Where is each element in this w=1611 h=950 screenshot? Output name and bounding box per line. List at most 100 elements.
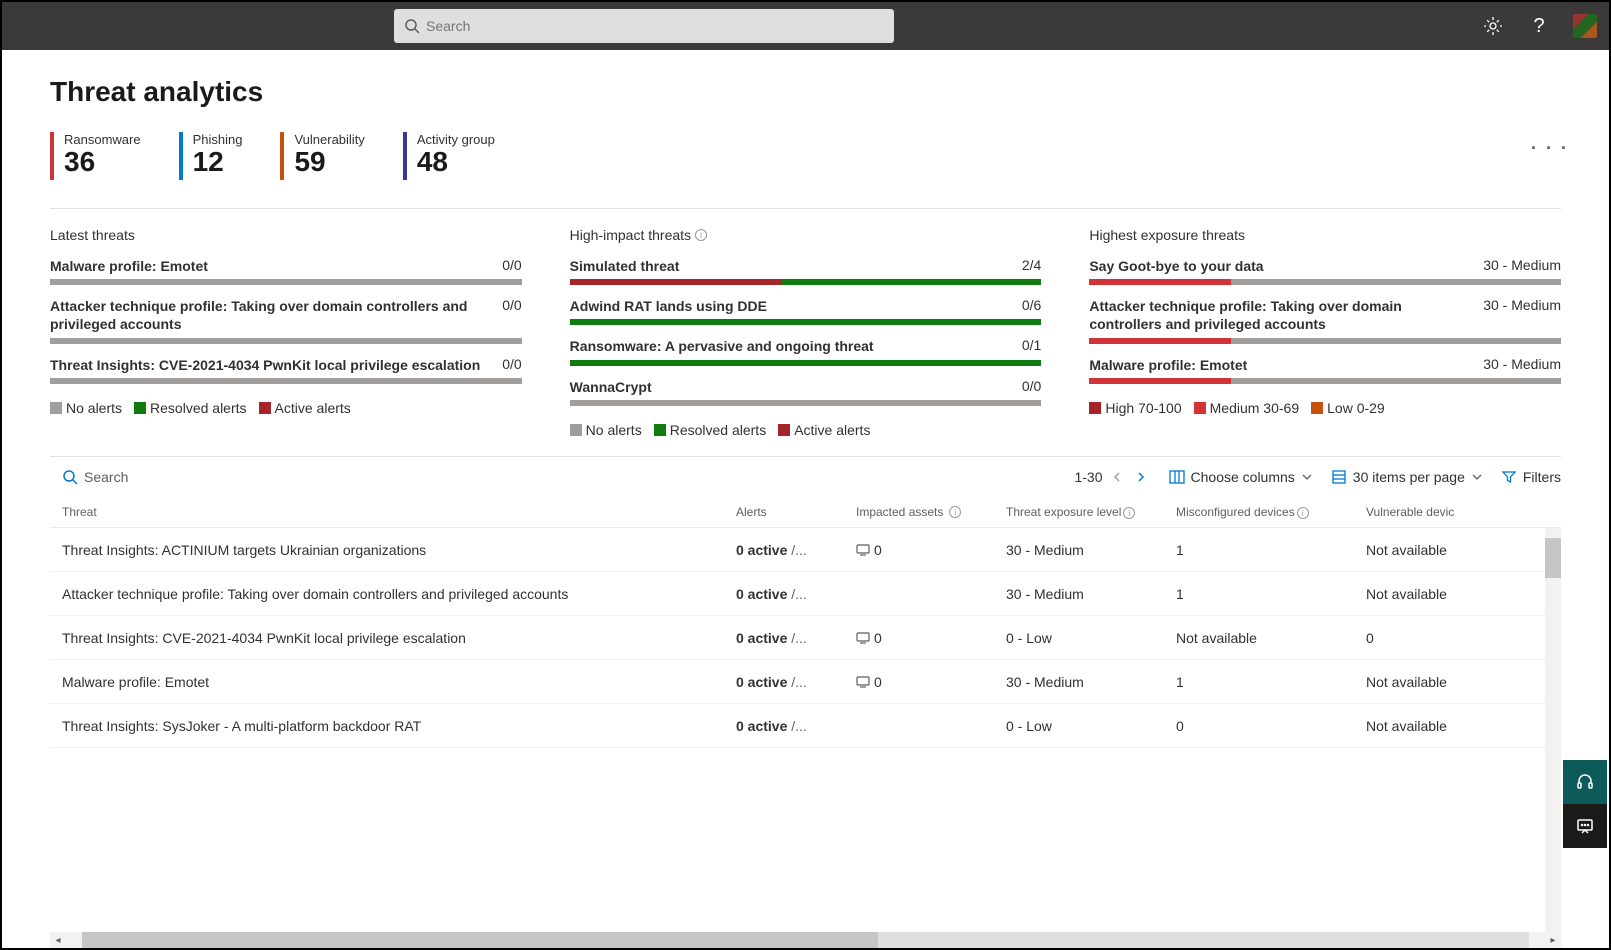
help-icon[interactable]: ? <box>1527 14 1551 38</box>
table-row[interactable]: Attacker technique profile: Taking over … <box>50 572 1561 616</box>
threat-item[interactable]: WannaCrypt0/0 <box>570 378 1042 406</box>
stat-label: Vulnerability <box>294 132 364 147</box>
search-icon <box>62 469 78 485</box>
threat-metric: 0/1 <box>1022 337 1041 353</box>
stat-card[interactable]: Ransomware36 <box>50 132 141 180</box>
pager-prev[interactable] <box>1107 467 1127 487</box>
threat-item[interactable]: Attacker technique profile: Taking over … <box>50 297 522 343</box>
avatar[interactable] <box>1573 14 1597 38</box>
threat-item[interactable]: Say Goot-bye to your data30 - Medium <box>1089 257 1561 285</box>
panel-highest-exposure-threats: Highest exposure threatsSay Goot-bye to … <box>1089 227 1561 438</box>
col-alerts[interactable]: Alerts <box>730 505 850 520</box>
threat-metric: 0/0 <box>502 356 521 372</box>
threat-metric: 30 - Medium <box>1483 297 1561 313</box>
legend-item: Active alerts <box>259 400 351 416</box>
threat-metric: 2/4 <box>1022 257 1041 273</box>
table-search[interactable]: Search <box>62 469 128 485</box>
threat-bar <box>50 378 522 384</box>
threat-bar <box>1089 338 1561 344</box>
threat-title: Malware profile: Emotet <box>1089 356 1475 374</box>
threat-title: WannaCrypt <box>570 378 1014 396</box>
global-search-input[interactable] <box>426 18 884 34</box>
cell-exposure: 30 - Medium <box>1000 586 1170 602</box>
threat-item[interactable]: Simulated threat2/4 <box>570 257 1042 285</box>
table-row[interactable]: Threat Insights: ACTINIUM targets Ukrain… <box>50 528 1561 572</box>
columns-icon <box>1169 469 1185 485</box>
col-vulnerable[interactable]: Vulnerable devic <box>1360 505 1561 520</box>
stat-value: 12 <box>193 147 243 178</box>
filter-icon <box>1501 469 1517 485</box>
legend-item: High 70-100 <box>1089 400 1181 416</box>
threat-item[interactable]: Adwind RAT lands using DDE0/6 <box>570 297 1042 325</box>
threat-item[interactable]: Ransomware: A pervasive and ongoing thre… <box>570 337 1042 365</box>
feedback-icon[interactable] <box>1563 804 1607 848</box>
filters-button[interactable]: Filters <box>1501 469 1561 485</box>
pager-next[interactable] <box>1131 467 1151 487</box>
stat-card[interactable]: Phishing12 <box>179 132 243 180</box>
list-icon <box>1331 469 1347 485</box>
cell-misconfigured: 0 <box>1170 718 1360 734</box>
threat-item[interactable]: Malware profile: Emotet 30 - Medium <box>1089 356 1561 384</box>
cell-vulnerable: Not available <box>1360 718 1561 734</box>
more-actions-icon[interactable]: · · · <box>1531 138 1569 159</box>
chevron-down-icon <box>1301 471 1313 483</box>
page-title: Threat analytics <box>50 76 1561 108</box>
horizontal-scrollbar[interactable]: ◂ ▸ <box>50 932 1561 948</box>
table-header: Threat Alerts Impacted assetsi Threat ex… <box>50 497 1561 529</box>
global-search[interactable] <box>394 9 894 43</box>
cell-assets: 0 <box>850 630 1000 646</box>
cell-alerts: 0 active /... <box>730 674 850 690</box>
threat-bar <box>1089 378 1561 384</box>
cell-alerts: 0 active /... <box>730 718 850 734</box>
pager-range: 1-30 <box>1074 469 1102 485</box>
cell-threat: Attacker technique profile: Taking over … <box>50 586 730 602</box>
col-assets[interactable]: Impacted assetsi <box>850 505 1000 520</box>
table-row[interactable]: Threat Insights: CVE-2021-4034 PwnKit lo… <box>50 616 1561 660</box>
cell-alerts: 0 active /... <box>730 630 850 646</box>
table-row[interactable]: Threat Insights: SysJoker - A multi-plat… <box>50 704 1561 748</box>
vertical-scrollbar[interactable] <box>1545 528 1561 932</box>
settings-icon[interactable] <box>1481 14 1505 38</box>
panel-title: Latest threats <box>50 227 522 243</box>
legend: High 70-100 Medium 30-69 Low 0-29 <box>1089 400 1561 416</box>
legend-item: Resolved alerts <box>134 400 247 416</box>
threat-item[interactable]: Malware profile: Emotet0/0 <box>50 257 522 285</box>
device-icon <box>856 543 870 557</box>
cell-exposure: 0 - Low <box>1000 718 1170 734</box>
stats-row: Ransomware36 Phishing12 Vulnerability59 Act… <box>50 132 1561 180</box>
scroll-right-icon[interactable]: ▸ <box>1545 932 1561 948</box>
legend-item: Medium 30-69 <box>1194 400 1300 416</box>
cell-threat: Malware profile: Emotet <box>50 674 730 690</box>
choose-columns[interactable]: Choose columns <box>1169 469 1313 485</box>
legend-item: Low 0-29 <box>1311 400 1385 416</box>
col-misconfigured[interactable]: Misconfigured devicesi <box>1170 505 1360 520</box>
items-per-page[interactable]: 30 items per page <box>1331 469 1483 485</box>
stat-card[interactable]: Activity group48 <box>403 132 495 180</box>
cell-exposure: 30 - Medium <box>1000 674 1170 690</box>
threat-bar <box>1089 279 1561 285</box>
info-icon: i <box>1123 507 1135 519</box>
cell-misconfigured: 1 <box>1170 542 1360 558</box>
table-row[interactable]: Malware profile: Emotet 0 active /... 0 … <box>50 660 1561 704</box>
threat-item[interactable]: Threat Insights: CVE-2021-4034 PwnKit lo… <box>50 356 522 384</box>
legend-item: No alerts <box>50 400 122 416</box>
stat-card[interactable]: Vulnerability59 <box>280 132 364 180</box>
scroll-left-icon[interactable]: ◂ <box>50 932 66 948</box>
threat-metric: 30 - Medium <box>1483 356 1561 372</box>
col-threat[interactable]: Threat <box>50 505 730 520</box>
stat-value: 36 <box>64 147 141 178</box>
cell-alerts: 0 active /... <box>730 586 850 602</box>
threat-metric: 30 - Medium <box>1483 257 1561 273</box>
stat-value: 59 <box>294 147 364 178</box>
threat-metric: 0/0 <box>502 297 521 313</box>
threat-item[interactable]: Attacker technique profile: Taking over … <box>1089 297 1561 343</box>
panel-latest-threats: Latest threats Malware profile: Emotet0/0… <box>50 227 522 438</box>
threat-title: Attacker technique profile: Taking over … <box>50 297 494 333</box>
col-exposure[interactable]: Threat exposure leveli <box>1000 505 1170 520</box>
device-icon <box>856 675 870 689</box>
cell-threat: Threat Insights: SysJoker - A multi-plat… <box>50 718 730 734</box>
headset-icon[interactable] <box>1563 760 1607 804</box>
info-icon: i <box>695 229 707 241</box>
device-icon <box>856 631 870 645</box>
cell-vulnerable: Not available <box>1360 586 1561 602</box>
